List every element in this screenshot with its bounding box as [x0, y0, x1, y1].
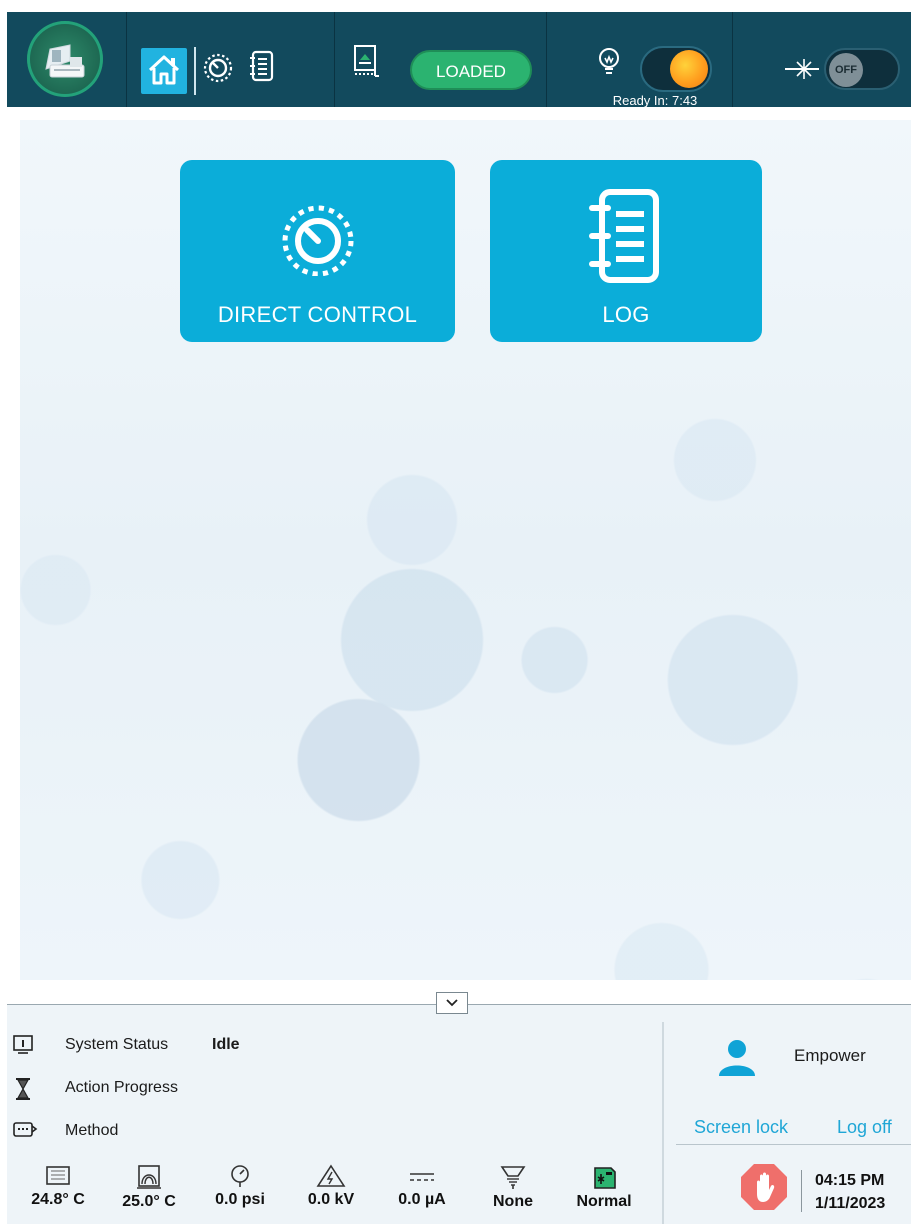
chevron-down-icon — [446, 999, 458, 1007]
metric-pressure: 0.0 psi — [200, 1164, 280, 1209]
home-icon — [148, 55, 180, 85]
topbar-separator — [546, 12, 547, 107]
hourglass-icon — [16, 1078, 30, 1100]
method-label: Method — [65, 1122, 119, 1139]
metric-current: 0.0 µA — [382, 1164, 462, 1209]
pressure-icon — [231, 1165, 249, 1187]
user-name: Empower — [794, 1046, 866, 1065]
topbar-separator — [732, 12, 733, 107]
tray-loaded-status[interactable]: LOADED — [410, 50, 532, 90]
pressure-value: 0.0 psi — [215, 1191, 265, 1208]
laser-toggle-knob: OFF — [829, 53, 863, 87]
direct-control-label: DIRECT CONTROL — [217, 302, 418, 327]
voltage-value: 0.0 kV — [307, 1191, 355, 1208]
system-status-label: System Status — [65, 1036, 169, 1053]
metric-detector: None — [473, 1164, 553, 1211]
topbar-separator — [334, 12, 335, 107]
log-off-link[interactable]: Log off — [837, 1117, 892, 1138]
lamp-icon — [599, 48, 619, 74]
action-progress-label: Action Progress — [65, 1079, 178, 1096]
capillary-temperature-icon — [137, 1165, 161, 1189]
home-button[interactable] — [141, 48, 187, 94]
system-status-value: Idle — [212, 1036, 240, 1053]
user-section-divider — [676, 1144, 911, 1145]
voltage-icon — [316, 1164, 346, 1187]
clock-time: 04:15 PM — [815, 1172, 885, 1189]
tray-icon[interactable] — [352, 44, 382, 78]
log-icon — [589, 189, 659, 283]
molecule-background — [20, 120, 911, 980]
direct-control-icon — [282, 205, 354, 276]
mode-value: Normal — [576, 1193, 632, 1210]
metric-voltage: 0.0 kV — [291, 1164, 371, 1209]
laser-toggle[interactable]: OFF — [824, 48, 900, 90]
current-icon — [410, 1173, 434, 1181]
user-avatar-icon — [719, 1040, 755, 1076]
emergency-stop-button[interactable] — [739, 1162, 789, 1212]
method-icon — [13, 1122, 38, 1137]
detector-icon — [500, 1166, 526, 1189]
mode-icon — [594, 1167, 616, 1189]
log-tile[interactable]: LOG — [490, 160, 762, 342]
screen-lock-link[interactable]: Screen lock — [694, 1117, 788, 1138]
lamp-toggle-knob — [670, 50, 708, 88]
capillary-temperature-value: 25.0° C — [122, 1193, 176, 1210]
nav-divider — [194, 47, 196, 95]
metric-capillary-temperature: 25.0° C — [109, 1164, 189, 1211]
panel-vertical-separator — [662, 1022, 664, 1224]
clock-separator — [801, 1170, 802, 1212]
top-bar: LOADED Ready In: 7:43 OFF — [7, 12, 911, 108]
direct-control-tile[interactable]: DIRECT CONTROL — [180, 160, 455, 342]
log-label: LOG — [602, 302, 650, 327]
lamp-ready-countdown: Ready In: 7:43 — [612, 93, 698, 108]
detector-value: None — [493, 1193, 533, 1210]
direct-control-icon[interactable] — [202, 51, 234, 83]
collapse-panel-button[interactable] — [436, 992, 468, 1014]
metric-tray-temperature: 24.8° C — [18, 1164, 98, 1209]
lamp-toggle[interactable] — [640, 46, 712, 92]
current-value: 0.0 µA — [398, 1191, 446, 1208]
laser-icon — [785, 59, 819, 79]
clock-date: 1/11/2023 — [815, 1195, 886, 1212]
instrument-logo-icon[interactable] — [27, 21, 103, 97]
log-icon[interactable] — [248, 49, 276, 83]
topbar-separator — [126, 12, 127, 107]
info-monitor-icon — [13, 1035, 33, 1054]
tray-temperature-icon — [46, 1166, 70, 1185]
tray-temperature-value: 24.8° C — [31, 1191, 85, 1208]
metric-mode: Normal — [564, 1164, 644, 1211]
